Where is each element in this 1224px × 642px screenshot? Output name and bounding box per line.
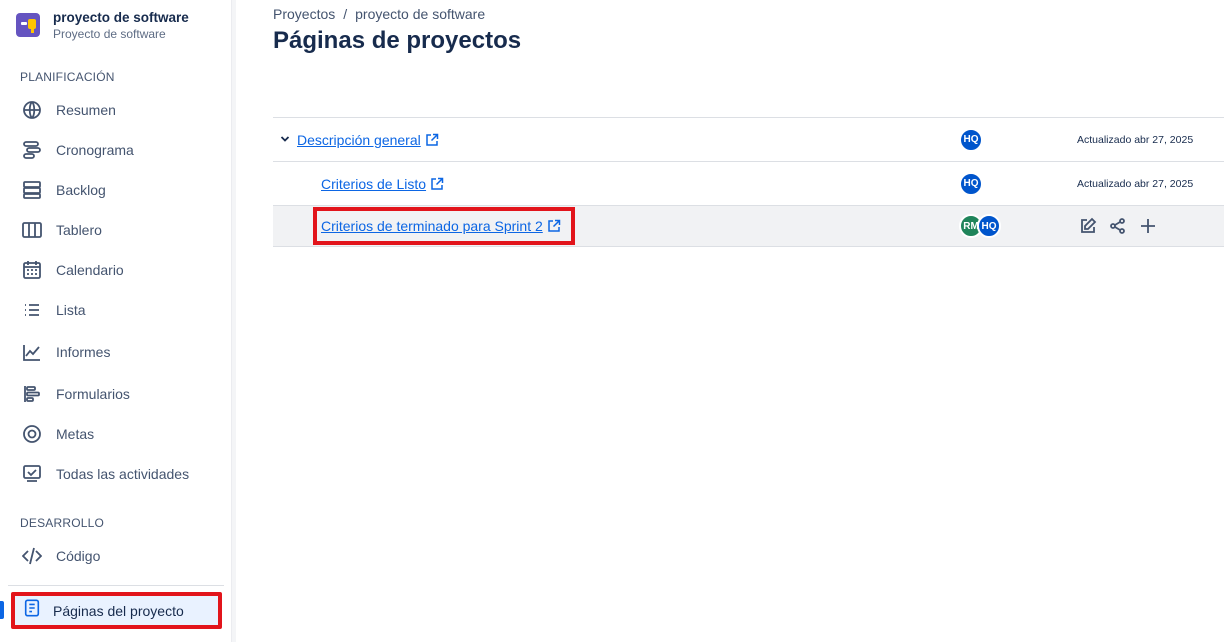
forms-icon <box>21 383 43 405</box>
board-icon <box>21 219 43 241</box>
sidebar-item-label: Metas <box>56 426 95 442</box>
avatar[interactable]: HQ <box>977 214 1001 238</box>
project-name: proyecto de software <box>53 10 189 25</box>
sidebar-item-label: Código <box>56 548 101 564</box>
sidebar-item-resumen[interactable]: Resumen <box>8 92 224 128</box>
table-row: Criterios de Listo HQ Actualizado abr 27… <box>273 161 1224 205</box>
external-link-icon[interactable] <box>547 219 561 233</box>
sidebar-item-cronograma[interactable]: Cronograma <box>8 132 224 168</box>
sidebar-item-label: Cronograma <box>56 142 134 158</box>
table-row: Descripción general HQ Actualizado abr 2… <box>273 117 1224 161</box>
breadcrumb-project[interactable]: proyecto de software <box>355 6 485 22</box>
sidebar-item-label: Tablero <box>56 222 102 238</box>
list-icon <box>21 299 43 321</box>
sidebar-item-informes[interactable]: Informes <box>8 334 224 370</box>
sidebar-item-metas[interactable]: Metas <box>8 416 224 452</box>
activity-icon <box>21 463 43 485</box>
breadcrumb: Proyectos / proyecto de software <box>273 6 485 22</box>
sidebar-item-label: Resumen <box>56 102 116 118</box>
timeline-icon <box>21 139 43 161</box>
sidebar-item-label: Todas las actividades <box>56 466 190 482</box>
sidebar-divider <box>8 585 224 586</box>
add-icon[interactable] <box>1139 217 1157 235</box>
page-link[interactable]: Descripción general <box>297 132 421 148</box>
updated-text: Actualizado abr 27, 2025 <box>1077 133 1194 146</box>
page-title: Páginas de proyectos <box>273 27 522 54</box>
external-link-icon[interactable] <box>425 133 439 147</box>
project-subtitle: Proyecto de software <box>53 27 166 41</box>
sidebar-item-label: Páginas del proyecto <box>53 602 184 619</box>
sidebar: proyecto de software Proyecto de softwar… <box>0 0 232 642</box>
active-indicator <box>0 601 4 619</box>
table-row: Criterios de terminado para Sprint 2 RM … <box>273 205 1224 247</box>
avatar[interactable]: HQ <box>959 171 983 196</box>
breadcrumb-projects[interactable]: Proyectos <box>273 6 335 22</box>
edit-icon[interactable] <box>1079 217 1097 235</box>
sidebar-item-label: Calendario <box>56 262 124 278</box>
sidebar-item-label: Lista <box>56 302 86 318</box>
avatar[interactable]: HQ <box>959 127 983 152</box>
calendar-icon <box>21 259 43 281</box>
sidebar-item-formularios[interactable]: Formularios <box>8 376 224 412</box>
row-actions <box>1079 217 1157 235</box>
project-logo-icon <box>16 13 40 37</box>
page-link[interactable]: Criterios de terminado para Sprint 2 <box>321 218 543 234</box>
sidebar-item-tablero[interactable]: Tablero <box>8 212 224 248</box>
sidebar-item-codigo[interactable]: Código <box>8 538 224 574</box>
section-title-dev: DESARROLLO <box>20 516 105 530</box>
sidebar-item-paginas-del-proyecto[interactable]: Páginas del proyecto <box>11 592 222 629</box>
sidebar-item-lista[interactable]: Lista <box>8 292 224 328</box>
page-link[interactable]: Criterios de Listo <box>321 176 426 192</box>
globe-icon <box>21 99 43 121</box>
chevron-down-icon[interactable] <box>280 134 290 144</box>
share-icon[interactable] <box>1109 217 1127 235</box>
updated-text: Actualizado abr 27, 2025 <box>1077 177 1194 190</box>
external-link-icon[interactable] <box>430 177 444 191</box>
sidebar-item-label: Backlog <box>56 182 106 198</box>
chart-icon <box>21 341 43 363</box>
sidebar-item-todas-las-actividades[interactable]: Todas las actividades <box>8 456 224 492</box>
breadcrumb-separator: / <box>343 6 348 22</box>
page-icon <box>23 599 41 622</box>
sidebar-resize-handle[interactable] <box>232 0 236 642</box>
code-icon <box>21 545 43 567</box>
backlog-icon <box>21 179 43 201</box>
section-title-planning: PLANIFICACIÓN <box>20 70 115 84</box>
sidebar-item-backlog[interactable]: Backlog <box>8 172 224 208</box>
sidebar-item-label: Informes <box>56 344 111 360</box>
sidebar-item-label: Formularios <box>56 386 130 402</box>
project-header[interactable]: proyecto de software Proyecto de softwar… <box>16 10 189 42</box>
target-icon <box>21 423 43 445</box>
pages-table: Descripción general HQ Actualizado abr 2… <box>273 117 1224 247</box>
sidebar-item-calendario[interactable]: Calendario <box>8 252 224 288</box>
